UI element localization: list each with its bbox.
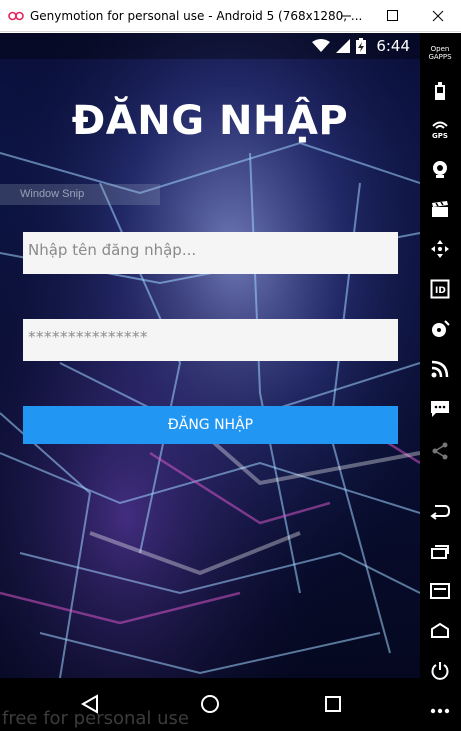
side-menu-button[interactable]: [428, 579, 452, 603]
battery-icon: [435, 82, 445, 100]
close-icon: [432, 10, 444, 22]
status-time: 6:44: [376, 37, 410, 55]
device-id-button[interactable]: ID: [428, 277, 452, 301]
dpad-button[interactable]: [428, 237, 452, 261]
emulator-screen: 6:44 ĐĂNG NHẬP Window Snip Nhập tên đăng…: [0, 33, 420, 678]
battery-charging-icon: [356, 38, 367, 54]
username-input[interactable]: Nhập tên đăng nhập...: [23, 232, 398, 274]
back-icon: [430, 505, 451, 520]
window-title: Genymotion for personal use - Android 5 …: [30, 9, 363, 23]
recents-icon[interactable]: [323, 694, 343, 714]
minimize-icon: [341, 15, 351, 17]
window-titlebar: Genymotion for personal use - Android 5 …: [0, 0, 461, 32]
page-title: ĐĂNG NHẬP: [71, 98, 349, 144]
close-button[interactable]: [415, 0, 461, 32]
gps-button[interactable]: GPS: [428, 117, 452, 141]
sms-button[interactable]: [428, 397, 452, 421]
status-bar: 6:44: [0, 33, 420, 59]
signal-icon: [336, 39, 351, 53]
genymotion-app-icon: [8, 11, 24, 21]
more-button[interactable]: [428, 699, 452, 723]
opengapps-button[interactable]: Open GAPPS: [428, 41, 452, 65]
side-home-button[interactable]: [428, 619, 452, 643]
wifi-icon: [312, 39, 331, 52]
network-icon: [431, 360, 449, 378]
home-icon[interactable]: [200, 694, 220, 714]
video-capture-button[interactable]: [428, 197, 452, 221]
power-button[interactable]: [428, 659, 452, 683]
recents-icon: [431, 545, 449, 559]
camera-icon: [433, 161, 447, 178]
opengapps-icon: Open GAPPS: [428, 45, 452, 61]
side-recents-button[interactable]: [428, 539, 452, 563]
gps-icon: GPS: [432, 121, 448, 140]
maximize-button[interactable]: [369, 0, 415, 32]
side-back-button[interactable]: [428, 499, 452, 523]
minimize-button[interactable]: [323, 0, 369, 32]
home-icon: [431, 623, 449, 638]
power-icon: [431, 662, 449, 680]
more-icon: [430, 708, 450, 714]
personal-use-watermark: free for personal use: [2, 708, 189, 729]
dpad-icon: [431, 240, 449, 258]
share-icon: [432, 442, 448, 460]
maximize-icon: [387, 10, 398, 21]
password-input[interactable]: ***************: [23, 319, 398, 361]
login-button[interactable]: ĐĂNG NHẬP: [23, 406, 398, 444]
camera-button[interactable]: [428, 157, 452, 181]
sms-icon: [431, 401, 449, 417]
video-capture-icon: [432, 201, 448, 217]
battery-button[interactable]: [428, 79, 452, 103]
genymotion-toolbar: Open GAPPS GPS ID: [420, 33, 461, 731]
svg-text:ID: ID: [435, 286, 446, 296]
disk-io-button[interactable]: [428, 317, 452, 341]
menu-icon: [430, 583, 450, 599]
disk-io-icon: [432, 320, 450, 337]
device-id-icon: ID: [430, 279, 450, 299]
window-snip-overlay: Window Snip: [0, 184, 160, 205]
svg-text:GPS: GPS: [432, 132, 448, 140]
share-button[interactable]: [428, 439, 452, 463]
network-button[interactable]: [428, 357, 452, 381]
